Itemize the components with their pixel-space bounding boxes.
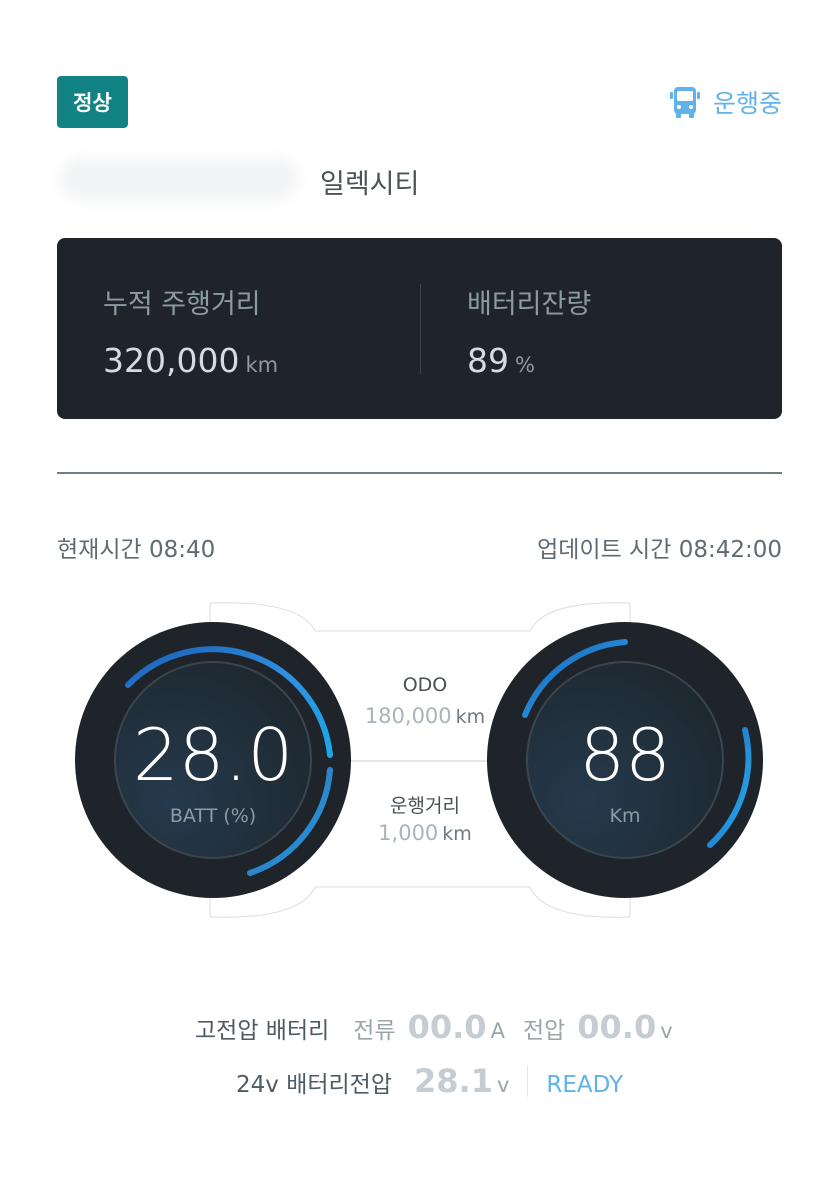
hv-voltage-label: 전압 — [522, 1018, 566, 1044]
mileage-value: 320,000 — [103, 341, 240, 380]
lv-battery-value: 28.1 — [414, 1062, 493, 1100]
lv-battery-row: 24v 배터리전압 28.1 v READY — [236, 1062, 623, 1100]
mileage-label: 누적 주행거리 — [103, 289, 261, 320]
lv-battery-unit: v — [496, 1073, 510, 1097]
trip-value: 1,000 — [378, 821, 439, 845]
hv-voltage-unit: v — [660, 1019, 673, 1043]
gauge-dashboard: 28.0 BATT (%) 88 Km ODO 180,000 km 운행거리 1… — [70, 595, 770, 925]
trip-value-row: 1,000 km — [335, 821, 515, 845]
hv-current-value: 00.0 — [407, 1008, 487, 1046]
hv-current-unit: A — [490, 1019, 505, 1043]
battery-gauge-label: BATT (%) — [170, 805, 256, 827]
hv-battery-row: 고전압 배터리 전류 00.0 A 전압 00.0 v — [195, 1008, 673, 1046]
card-divider — [420, 284, 421, 374]
ready-status: READY — [546, 1072, 624, 1098]
hv-voltage-value: 00.0 — [577, 1008, 657, 1046]
odo-value: 180,000 — [364, 704, 452, 728]
hv-current-label: 전류 — [353, 1018, 396, 1044]
battery-block: 배터리잔량 89% — [467, 282, 591, 380]
operating-status: 운행중 — [667, 84, 782, 120]
battery-label: 배터리잔량 — [467, 289, 592, 320]
battery-gauge-value: 28.0 — [133, 713, 293, 797]
update-time: 업데이트 시간 08:42:00 — [537, 537, 782, 563]
odo-unit: km — [455, 706, 486, 728]
summary-card: 누적 주행거리 320,000 km 배터리잔량 89% — [57, 238, 782, 419]
vehicle-plate-redacted — [60, 158, 298, 200]
mileage-block: 누적 주행거리 320,000 km — [103, 282, 278, 380]
speed-gauge-value: 88 — [579, 713, 671, 797]
row-divider — [527, 1065, 529, 1097]
status-badge: 정상 — [57, 76, 128, 128]
section-divider — [57, 472, 782, 474]
mileage-unit: km — [245, 353, 279, 377]
odo-label: ODO — [402, 674, 448, 696]
trip-unit: km — [442, 823, 472, 845]
vehicle-model: 일렉시티 — [320, 169, 420, 200]
hv-battery-label: 고전압 배터리 — [195, 1018, 330, 1044]
current-time: 현재시간 08:40 — [57, 537, 216, 563]
speed-gauge-label: Km — [610, 805, 641, 827]
gauge-svg: 28.0 BATT (%) 88 Km — [75, 602, 763, 918]
operating-label: 운행중 — [712, 89, 782, 118]
mileage-value-row: 320,000 km — [103, 341, 278, 380]
battery-value: 89 — [467, 341, 509, 380]
battery-unit: % — [515, 353, 535, 377]
lv-battery-label: 24v 배터리전압 — [236, 1072, 392, 1098]
bus-icon — [669, 87, 700, 118]
battery-value-row: 89% — [467, 341, 591, 380]
trip-label: 운행거리 — [390, 795, 460, 817]
odo-value-row: 180,000 km — [335, 704, 515, 728]
